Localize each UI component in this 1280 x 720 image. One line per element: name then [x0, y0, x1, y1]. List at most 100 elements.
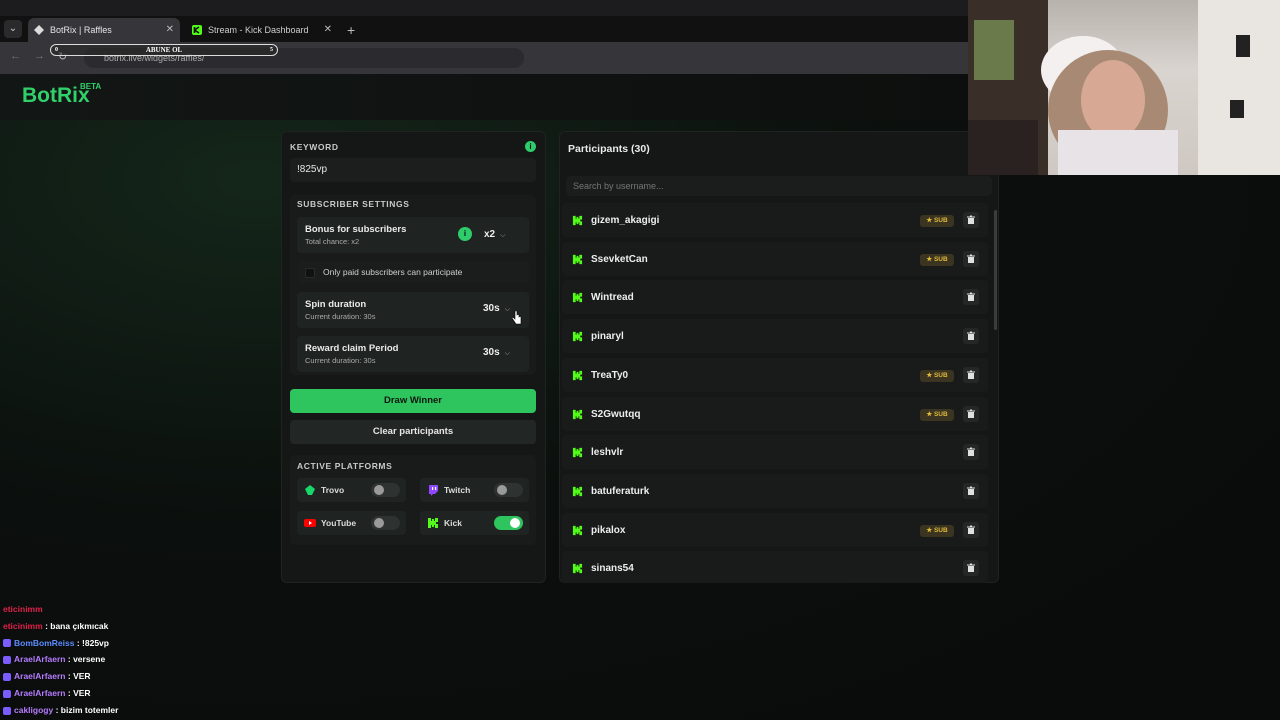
platform-twitch: Twitch — [420, 478, 529, 502]
remove-participant-button[interactable] — [963, 250, 979, 267]
sub-badge-label: SUB — [933, 410, 948, 418]
sub-badge-label: SUB — [933, 217, 948, 224]
bonus-subtitle: Total chance: x2 — [305, 237, 360, 246]
kick-icon — [572, 293, 583, 303]
remove-participant-button[interactable] — [963, 366, 979, 383]
tab-title: BotRix | Raffles — [50, 25, 112, 35]
chat-username: AraelArfaern — [14, 654, 66, 665]
sub-badge-label: SUB — [933, 526, 948, 534]
paid-only-checkbox[interactable] — [305, 268, 315, 278]
claim-period-select[interactable]: 30s ⌵ — [483, 347, 510, 358]
paid-only-row[interactable]: Only paid subscribers can participate — [297, 261, 529, 283]
browser-chrome: ⌄ BotRix | Raffles ✕ Stream - Kick Dashb… — [0, 0, 968, 74]
trash-icon — [967, 486, 975, 495]
webcam-overlay — [968, 0, 1280, 175]
close-tab-icon[interactable]: ✕ — [324, 18, 332, 42]
chat-message: AraelArfaern : VER — [3, 671, 91, 685]
participant-search-input[interactable] — [566, 176, 992, 196]
new-tab-plus-icon[interactable]: + — [347, 18, 355, 42]
remove-participant-button[interactable] — [963, 405, 979, 422]
toggle-knob — [374, 518, 384, 528]
paid-only-label: Only paid subscribers can participate — [323, 267, 463, 277]
chat-text: : !825vp — [76, 637, 109, 648]
chat-username: AraelArfaern — [14, 671, 66, 682]
back-arrow-icon[interactable]: ← — [10, 50, 21, 62]
bonus-title: Bonus for subscribers — [305, 224, 407, 235]
subscriber-settings-label: SUBSCRIBER SETTINGS — [297, 199, 410, 209]
twitch-toggle[interactable] — [494, 483, 523, 497]
sub-badge: ★ SUB — [920, 408, 954, 421]
chat-message: AraelArfaern : VER — [3, 688, 91, 702]
kick-icon — [572, 525, 583, 535]
participant-row: sinans54 — [562, 551, 988, 583]
trovo-icon — [305, 485, 315, 495]
spin-duration-select[interactable]: 30s ⌵ — [483, 303, 510, 314]
trash-icon — [967, 331, 975, 341]
close-tab-icon[interactable]: ✕ — [166, 18, 174, 42]
participant-row: pikalox ★ SUB — [562, 512, 988, 547]
platform-trovo: Trovo — [297, 478, 406, 502]
remove-participant-button[interactable] — [963, 328, 979, 345]
platform-name: YouTube — [321, 518, 357, 528]
participant-list-scrollbar[interactable] — [994, 210, 997, 330]
chevron-down-icon: ⌵ — [500, 232, 506, 239]
kick-favicon-icon — [192, 25, 202, 35]
tab-strip: ⌄ BotRix | Raffles ✕ Stream - Kick Dashb… — [0, 16, 968, 42]
chat-text: : VER — [67, 671, 91, 682]
remove-participant-button[interactable] — [963, 444, 979, 461]
chat-username: eticinimm — [3, 604, 43, 614]
star-icon: ★ — [926, 526, 933, 534]
trovo-toggle[interactable] — [371, 483, 400, 497]
trash-icon — [967, 563, 975, 573]
overlay-text: ABUNE OL — [145, 46, 183, 54]
participant-username: pikalox — [591, 524, 626, 536]
info-icon[interactable]: i — [525, 141, 536, 152]
chat-message: AraelArfaern : versene — [3, 654, 105, 668]
chat-badge-icon — [3, 656, 11, 665]
participants-title: Participants (30) — [568, 143, 650, 155]
overlay-right-number: 5 — [270, 47, 273, 53]
kick-icon — [572, 215, 583, 226]
participant-row: gizem_akagigi ★ SUB — [562, 203, 988, 237]
remove-participant-button[interactable] — [963, 560, 979, 577]
trash-icon — [967, 292, 975, 302]
toggle-knob — [374, 485, 384, 495]
participant-row: TreaTy0 ★ SUB — [562, 357, 988, 392]
overlay-left-number: 0 — [55, 47, 58, 53]
tab-kick-dashboard[interactable]: Stream - Kick Dashboard ✕ — [186, 18, 338, 42]
star-icon: ★ — [926, 255, 933, 263]
remove-participant-button[interactable] — [963, 289, 979, 306]
bonus-select[interactable]: x2 ⌵ — [484, 229, 505, 240]
clear-participants-button[interactable]: Clear participants — [290, 420, 536, 444]
platform-name: Twitch — [444, 485, 471, 495]
keyword-input[interactable]: !825vp — [290, 158, 536, 182]
youtube-toggle[interactable] — [371, 516, 400, 530]
participant-username: batuferaturk — [591, 485, 650, 497]
kick-icon — [572, 448, 583, 458]
claim-value: 30s — [483, 347, 500, 358]
spin-value: 30s — [483, 303, 500, 314]
participant-row: pinaryl — [562, 319, 988, 354]
platform-name: Trovo — [321, 485, 345, 495]
remove-participant-button[interactable] — [963, 212, 979, 228]
kick-icon — [428, 518, 438, 528]
tab-search-chevron-icon[interactable]: ⌄ — [4, 20, 22, 38]
chat-badge-icon — [3, 689, 11, 698]
participant-row: leshvlr — [562, 435, 988, 470]
remove-participant-button[interactable] — [963, 482, 979, 499]
draw-winner-button[interactable]: Draw Winner — [290, 389, 536, 413]
star-icon: ★ — [926, 217, 933, 224]
spin-duration-row: Spin duration Current duration: 30s 30s ⌵ — [297, 292, 529, 328]
tab-botrix-raffles[interactable]: BotRix | Raffles ✕ — [28, 18, 180, 42]
remove-participant-button[interactable] — [963, 521, 979, 538]
trash-icon — [967, 215, 975, 224]
kick-toggle[interactable] — [494, 516, 523, 530]
star-icon: ★ — [926, 410, 933, 418]
platform-name: Kick — [444, 518, 462, 528]
participant-row: S2Gwutqq ★ SUB — [562, 396, 988, 431]
forward-arrow-icon[interactable]: → — [34, 50, 45, 62]
app-header — [0, 74, 968, 120]
chat-text: : versene — [67, 654, 106, 665]
info-icon[interactable]: i — [458, 227, 472, 241]
kick-icon — [572, 409, 583, 419]
